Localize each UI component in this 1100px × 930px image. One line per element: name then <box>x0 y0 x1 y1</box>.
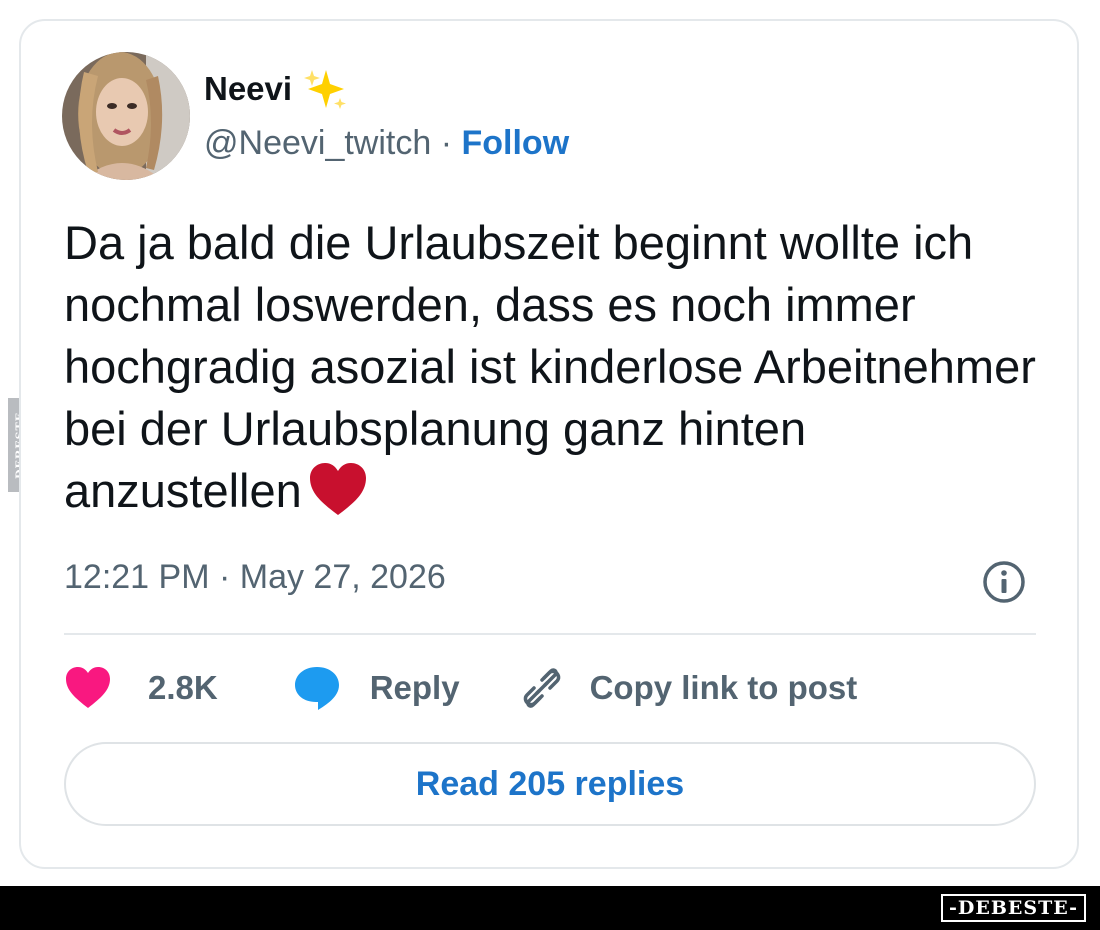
sparkles-icon <box>304 70 347 109</box>
action-bar: 2.8K Reply Copy link to post <box>64 660 857 716</box>
profile-photo-icon <box>62 52 190 180</box>
separator-dot: · <box>440 124 453 162</box>
footer-bar: -DEBESTE- <box>0 886 1100 930</box>
divider <box>64 633 1036 635</box>
display-name[interactable]: Neevi <box>204 70 292 108</box>
copy-link-button[interactable]: Copy link to post <box>520 666 858 710</box>
user-handle[interactable]: @Neevi_twitch <box>204 124 431 162</box>
link-icon <box>523 668 560 708</box>
like-button[interactable]: 2.8K <box>64 666 218 710</box>
timestamp[interactable]: 12:21 PM · May 27, 2026 <box>64 558 446 597</box>
copy-link-label: Copy link to post <box>589 669 858 706</box>
reply-label: Reply <box>369 669 460 706</box>
heart-icon <box>66 667 110 708</box>
handle-row: @Neevi_twitch · Follow <box>204 124 569 163</box>
red-heart-icon <box>309 463 366 515</box>
tweet-text: Da ja bald die Urlaubszeit beginnt wollt… <box>64 212 1044 522</box>
speech-bubble-icon <box>294 667 339 710</box>
footer-watermark: -DEBESTE- <box>941 894 1086 922</box>
reply-button[interactable]: Reply <box>292 664 460 712</box>
info-icon[interactable] <box>980 558 1028 606</box>
like-count: 2.8K <box>148 669 218 706</box>
read-replies-button[interactable]: Read 205 replies <box>64 742 1036 826</box>
follow-button[interactable]: Follow <box>462 124 570 162</box>
tweet-body: Da ja bald die Urlaubszeit beginnt wollt… <box>64 216 1036 517</box>
avatar[interactable] <box>62 52 190 180</box>
name-row: Neevi <box>204 66 348 112</box>
